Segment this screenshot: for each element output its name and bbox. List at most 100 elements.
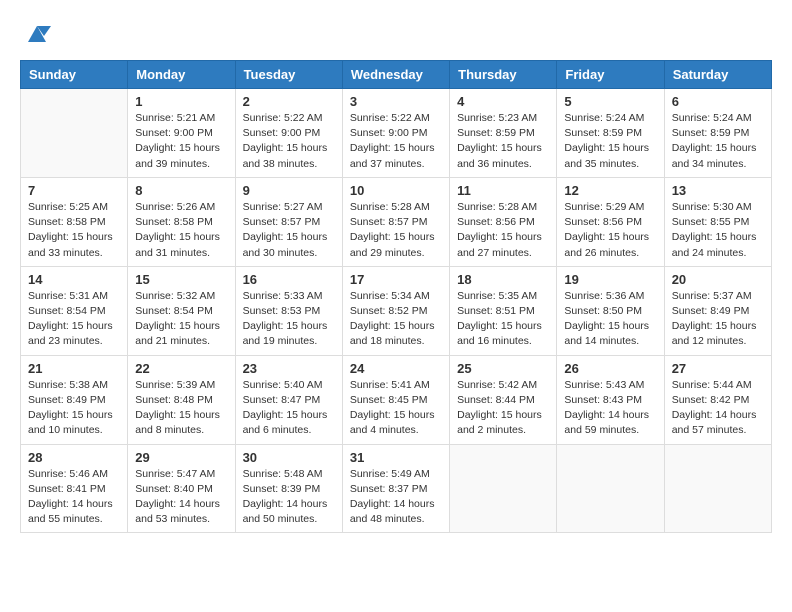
calendar-cell: 4 Sunrise: 5:23 AMSunset: 8:59 PMDaylight…	[450, 89, 557, 178]
calendar-cell: 29 Sunrise: 5:47 AMSunset: 8:40 PMDayligh…	[128, 444, 235, 533]
calendar-cell: 1 Sunrise: 5:21 AMSunset: 9:00 PMDaylight…	[128, 89, 235, 178]
page-header	[20, 20, 772, 50]
calendar-cell: 3 Sunrise: 5:22 AMSunset: 9:00 PMDaylight…	[342, 89, 449, 178]
day-info: Sunrise: 5:35 AMSunset: 8:51 PMDaylight:…	[457, 289, 549, 350]
calendar-cell: 12 Sunrise: 5:29 AMSunset: 8:56 PMDayligh…	[557, 177, 664, 266]
day-info: Sunrise: 5:37 AMSunset: 8:49 PMDaylight:…	[672, 289, 764, 350]
calendar-cell: 19Sunrise: 5:36 AMSunset: 8:50 PMDayligh…	[557, 266, 664, 355]
day-info: Sunrise: 5:46 AMSunset: 8:41 PMDaylight:…	[28, 467, 120, 528]
day-number: 7	[28, 183, 120, 198]
day-number: 12	[564, 183, 656, 198]
calendar-cell: 15 Sunrise: 5:32 AMSunset: 8:54 PMDayligh…	[128, 266, 235, 355]
calendar-table: SundayMondayTuesdayWednesdayThursdayFrid…	[20, 60, 772, 533]
day-info: Sunrise: 5:23 AMSunset: 8:59 PMDaylight:…	[457, 111, 549, 172]
calendar-cell: 8 Sunrise: 5:26 AMSunset: 8:58 PMDaylight…	[128, 177, 235, 266]
week-row-3: 14 Sunrise: 5:31 AMSunset: 8:54 PMDayligh…	[21, 266, 772, 355]
day-number: 16	[243, 272, 335, 287]
day-number: 3	[350, 94, 442, 109]
day-number: 22	[135, 361, 227, 376]
calendar-cell: 6 Sunrise: 5:24 AMSunset: 8:59 PMDaylight…	[664, 89, 771, 178]
day-number: 1	[135, 94, 227, 109]
day-info: Sunrise: 5:27 AMSunset: 8:57 PMDaylight:…	[243, 200, 335, 261]
week-row-1: 1 Sunrise: 5:21 AMSunset: 9:00 PMDaylight…	[21, 89, 772, 178]
calendar-cell: 26Sunrise: 5:43 AMSunset: 8:43 PMDayligh…	[557, 355, 664, 444]
weekday-header-thursday: Thursday	[450, 61, 557, 89]
day-info: Sunrise: 5:32 AMSunset: 8:54 PMDaylight:…	[135, 289, 227, 350]
weekday-header-row: SundayMondayTuesdayWednesdayThursdayFrid…	[21, 61, 772, 89]
day-info: Sunrise: 5:43 AMSunset: 8:43 PMDaylight:…	[564, 378, 656, 439]
weekday-header-saturday: Saturday	[664, 61, 771, 89]
logo-text	[20, 20, 51, 50]
calendar-cell: 16 Sunrise: 5:33 AMSunset: 8:53 PMDayligh…	[235, 266, 342, 355]
day-number: 19	[564, 272, 656, 287]
day-info: Sunrise: 5:42 AMSunset: 8:44 PMDaylight:…	[457, 378, 549, 439]
day-number: 25	[457, 361, 549, 376]
day-number: 5	[564, 94, 656, 109]
calendar-cell: 9Sunrise: 5:27 AMSunset: 8:57 PMDaylight…	[235, 177, 342, 266]
day-info: Sunrise: 5:24 AMSunset: 8:59 PMDaylight:…	[672, 111, 764, 172]
week-row-4: 21Sunrise: 5:38 AMSunset: 8:49 PMDayligh…	[21, 355, 772, 444]
calendar-cell: 25 Sunrise: 5:42 AMSunset: 8:44 PMDayligh…	[450, 355, 557, 444]
weekday-header-sunday: Sunday	[21, 61, 128, 89]
calendar-cell: 20Sunrise: 5:37 AMSunset: 8:49 PMDayligh…	[664, 266, 771, 355]
calendar-cell: 28Sunrise: 5:46 AMSunset: 8:41 PMDayligh…	[21, 444, 128, 533]
day-number: 18	[457, 272, 549, 287]
calendar-cell: 23Sunrise: 5:40 AMSunset: 8:47 PMDayligh…	[235, 355, 342, 444]
day-number: 23	[243, 361, 335, 376]
calendar-cell: 22 Sunrise: 5:39 AMSunset: 8:48 PMDayligh…	[128, 355, 235, 444]
weekday-header-monday: Monday	[128, 61, 235, 89]
day-info: Sunrise: 5:29 AMSunset: 8:56 PMDaylight:…	[564, 200, 656, 261]
day-info: Sunrise: 5:47 AMSunset: 8:40 PMDaylight:…	[135, 467, 227, 528]
day-number: 21	[28, 361, 120, 376]
day-number: 29	[135, 450, 227, 465]
day-info: Sunrise: 5:28 AMSunset: 8:56 PMDaylight:…	[457, 200, 549, 261]
day-number: 13	[672, 183, 764, 198]
week-row-5: 28Sunrise: 5:46 AMSunset: 8:41 PMDayligh…	[21, 444, 772, 533]
day-info: Sunrise: 5:28 AMSunset: 8:57 PMDaylight:…	[350, 200, 442, 261]
calendar-cell: 18 Sunrise: 5:35 AMSunset: 8:51 PMDayligh…	[450, 266, 557, 355]
calendar-cell: 10 Sunrise: 5:28 AMSunset: 8:57 PMDayligh…	[342, 177, 449, 266]
day-number: 4	[457, 94, 549, 109]
day-number: 15	[135, 272, 227, 287]
day-number: 6	[672, 94, 764, 109]
weekday-header-wednesday: Wednesday	[342, 61, 449, 89]
day-number: 31	[350, 450, 442, 465]
day-info: Sunrise: 5:33 AMSunset: 8:53 PMDaylight:…	[243, 289, 335, 350]
weekday-header-friday: Friday	[557, 61, 664, 89]
calendar-cell	[21, 89, 128, 178]
day-info: Sunrise: 5:31 AMSunset: 8:54 PMDaylight:…	[28, 289, 120, 350]
day-info: Sunrise: 5:48 AMSunset: 8:39 PMDaylight:…	[243, 467, 335, 528]
day-info: Sunrise: 5:49 AMSunset: 8:37 PMDaylight:…	[350, 467, 442, 528]
day-info: Sunrise: 5:44 AMSunset: 8:42 PMDaylight:…	[672, 378, 764, 439]
day-number: 14	[28, 272, 120, 287]
day-info: Sunrise: 5:34 AMSunset: 8:52 PMDaylight:…	[350, 289, 442, 350]
logo	[20, 20, 51, 50]
calendar-cell	[557, 444, 664, 533]
day-info: Sunrise: 5:39 AMSunset: 8:48 PMDaylight:…	[135, 378, 227, 439]
day-info: Sunrise: 5:22 AMSunset: 9:00 PMDaylight:…	[350, 111, 442, 172]
day-info: Sunrise: 5:25 AMSunset: 8:58 PMDaylight:…	[28, 200, 120, 261]
weekday-header-tuesday: Tuesday	[235, 61, 342, 89]
day-number: 2	[243, 94, 335, 109]
calendar-cell: 7 Sunrise: 5:25 AMSunset: 8:58 PMDaylight…	[21, 177, 128, 266]
day-info: Sunrise: 5:41 AMSunset: 8:45 PMDaylight:…	[350, 378, 442, 439]
calendar-cell: 5Sunrise: 5:24 AMSunset: 8:59 PMDaylight…	[557, 89, 664, 178]
calendar-cell: 2 Sunrise: 5:22 AMSunset: 9:00 PMDaylight…	[235, 89, 342, 178]
calendar-cell: 27 Sunrise: 5:44 AMSunset: 8:42 PMDayligh…	[664, 355, 771, 444]
day-number: 27	[672, 361, 764, 376]
calendar-cell: 24Sunrise: 5:41 AMSunset: 8:45 PMDayligh…	[342, 355, 449, 444]
calendar-cell	[664, 444, 771, 533]
day-info: Sunrise: 5:21 AMSunset: 9:00 PMDaylight:…	[135, 111, 227, 172]
day-number: 30	[243, 450, 335, 465]
calendar-cell: 31 Sunrise: 5:49 AMSunset: 8:37 PMDayligh…	[342, 444, 449, 533]
day-number: 8	[135, 183, 227, 198]
day-number: 17	[350, 272, 442, 287]
calendar-cell: 13Sunrise: 5:30 AMSunset: 8:55 PMDayligh…	[664, 177, 771, 266]
calendar-cell: 11Sunrise: 5:28 AMSunset: 8:56 PMDayligh…	[450, 177, 557, 266]
calendar-cell: 14 Sunrise: 5:31 AMSunset: 8:54 PMDayligh…	[21, 266, 128, 355]
calendar-cell: 17 Sunrise: 5:34 AMSunset: 8:52 PMDayligh…	[342, 266, 449, 355]
day-info: Sunrise: 5:26 AMSunset: 8:58 PMDaylight:…	[135, 200, 227, 261]
day-info: Sunrise: 5:22 AMSunset: 9:00 PMDaylight:…	[243, 111, 335, 172]
calendar-cell: 21Sunrise: 5:38 AMSunset: 8:49 PMDayligh…	[21, 355, 128, 444]
day-number: 10	[350, 183, 442, 198]
